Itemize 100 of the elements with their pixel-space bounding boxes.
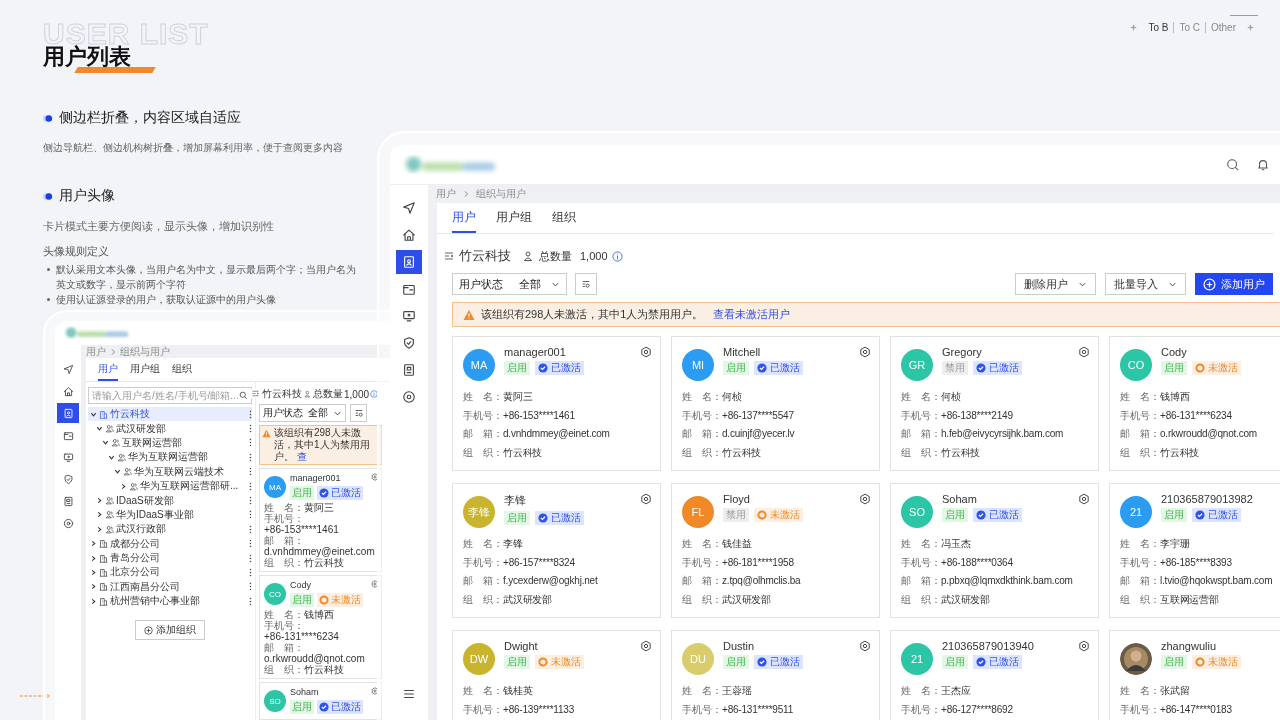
tree-item[interactable]: 武汉研发部	[88, 421, 252, 436]
alert-text: 该组织有298人未激活，其中1人为禁用用户。 查	[274, 427, 371, 463]
tree-item[interactable]: 华为互联网运营部研...	[88, 478, 252, 494]
avatar: DW	[463, 643, 495, 675]
avatar: SO	[901, 496, 933, 528]
tree-item[interactable]: IDaaS研发部	[88, 493, 252, 508]
field-value: h.feb@eivycyrsijhk.bam.com	[941, 427, 1064, 441]
status-select[interactable]: 用户状态 全部	[259, 404, 346, 422]
tree-item[interactable]: 竹云科技	[88, 407, 252, 422]
user-card[interactable]: CO Cody 启用 未激活 姓 名：钱博西 手机号：+86-131****6234 邮 箱：o.rkwroudd@qnot.com 组 织：竹云科技	[1109, 336, 1280, 471]
status-tag: 启用	[723, 655, 749, 669]
field-label: 组 织：	[264, 557, 304, 568]
avatar: 21	[901, 643, 933, 675]
section-text: 卡片模式主要方便阅读，显示头像，增加识别性	[43, 219, 275, 234]
tree-item[interactable]: 成都分公司	[88, 536, 252, 551]
activation-text: 已激活	[331, 700, 361, 714]
activation-text: 已激活	[551, 511, 581, 525]
field-value: +86-185****8393	[1160, 555, 1232, 570]
section-heading: 用户头像	[59, 187, 115, 205]
status-select[interactable]: 用户状态 全部	[452, 273, 567, 295]
field-label: 手机号：	[682, 702, 722, 717]
bullet-text: 使用认证源登录的用户，获取认证源中的用户头像	[56, 293, 276, 307]
user-card[interactable]: zhangwuliu 启用 未激活 姓 名：张武留 手机号：+86-147****0183	[1109, 630, 1280, 720]
field-label: 姓 名：	[682, 684, 722, 698]
dropdown-button[interactable]: 批量导入	[1105, 273, 1186, 295]
user-card[interactable]: FL Floyd 禁用 未激活 姓 名：钱佳益 手机号：+86-181****1958 邮 箱：z.tpq@olhmclis.ba 组 织：武汉研发部	[671, 483, 880, 618]
field-value: +86-131****6234	[264, 631, 339, 642]
tree-item[interactable]: 青岛分公司	[88, 550, 252, 566]
user-card[interactable]: CO Cody 启用 未激活 姓 名：钱博西 手机号： +86-131****6234 邮 箱： o.rkwroudd@qnot.com 组 织：竹云科技	[259, 575, 382, 679]
field-value: 竹云科技	[503, 445, 543, 460]
tree-item-label: 武汉行政部	[116, 522, 167, 537]
tab[interactable]: 用户	[452, 203, 476, 233]
user-card[interactable]: MA manager001 启用 已激活 姓 名：黄阿三 手机号：+86-153****1461 邮 箱：d.vnhdmmey@einet.com 组 织：竹云科技	[452, 336, 661, 471]
user-card[interactable]: DW Dwight 启用 未激活 姓 名：钱桂英 手机号：+86-139****1133	[452, 630, 661, 720]
tree-item[interactable]: 北京分公司	[88, 565, 252, 580]
field-value: +86-137****5547	[722, 408, 794, 423]
tree-item[interactable]: 华为互联网云端技术	[88, 464, 252, 479]
field-label: 邮 箱：	[463, 574, 503, 588]
tree-item-label: 华为IDaaS事业部	[116, 507, 195, 522]
field-label: 组 织：	[682, 445, 722, 460]
field-label: 手机号：	[463, 555, 503, 570]
add-user-button[interactable]: 添加用户	[1195, 273, 1273, 295]
dropdown-button[interactable]: 删除用户	[1015, 273, 1096, 295]
field-label: 邮 箱：	[1120, 427, 1160, 441]
user-card[interactable]: GR Gregory 禁用 已激活 姓 名：何桢 手机号：+86-138****2149 邮 箱：h.feb@eivycyrsijhk.bam.com 组 织：竹云科技	[890, 336, 1099, 471]
user-card[interactable]: 21 210365879013940 启用 已激活 姓 名：王杰应 手机号：+86-127****8692	[890, 630, 1099, 720]
alert-link[interactable]: 查看未激活用户	[713, 307, 791, 322]
total-count: 1,000	[580, 250, 608, 262]
tree-item-label: 竹云科技	[110, 407, 151, 422]
status-tag: 启用	[504, 511, 530, 525]
tree-item-label: 江西南昌分公司	[110, 579, 181, 594]
tree-item[interactable]: 杭州营销中心事业部	[88, 594, 252, 609]
status-tag: 启用	[1161, 655, 1187, 669]
field-value: 何桢	[722, 390, 742, 404]
field-label: 手机号：	[901, 408, 941, 423]
tree-item[interactable]: 华为互联网运营部	[88, 450, 252, 465]
field-value: l.tvio@hqokwspt.bam.com	[1160, 574, 1273, 588]
user-name: 李锋	[504, 493, 526, 508]
tree-item[interactable]: 互联网运营部	[88, 435, 252, 451]
field-value: 竹云科技	[722, 445, 762, 460]
field-label: 手机号：	[264, 620, 304, 631]
field-label: 姓 名：	[901, 684, 941, 698]
user-name: Floyd	[723, 493, 750, 505]
tree-item-label: 青岛分公司	[110, 551, 161, 566]
tab[interactable]: 用户	[98, 360, 118, 381]
field-value: +86-157****8324	[503, 555, 575, 570]
tree-item-label: 武汉研发部	[116, 421, 167, 436]
user-card[interactable]: SO Soham 启用 已激活 姓 名：冯玉杰 手机号：+86-188****0364 邮 箱：p.pbxq@lqmxdkthink.bam.com 组 织：武汉研发部	[890, 483, 1099, 618]
alert-link[interactable]: 查	[297, 451, 307, 462]
breadcrumb-current: 组织与用户	[476, 187, 526, 201]
nav-link[interactable]: To B	[1143, 22, 1174, 33]
avatar: 21	[1120, 496, 1152, 528]
user-card[interactable]: MI Mitchell 启用 已激活 姓 名：何桢 手机号：+86-137****5547 邮 箱：d.cuinjf@yecer.lv 组 织：竹云科技	[671, 336, 880, 471]
tree-item[interactable]: 武汉行政部	[88, 522, 252, 537]
activation-text: 已激活	[770, 655, 800, 669]
tree-item[interactable]: 华为IDaaS事业部	[88, 507, 252, 523]
field-label: 手机号：	[1120, 555, 1160, 570]
status-tag: 禁用	[723, 508, 749, 522]
breadcrumb-current: 组织与用户	[120, 344, 170, 359]
user-card[interactable]: 李锋 李锋 启用 已激活 姓 名：李锋 手机号：+86-157****8324 邮 箱：f.ycexderw@ogkhj.net 组 织：武汉研发部	[452, 483, 661, 618]
tree-item[interactable]: 江西南昌分公司	[88, 579, 252, 595]
search-field[interactable]: 请输入用户名/姓名/手机号/邮箱...	[88, 387, 252, 404]
field-label: 姓 名：	[264, 609, 304, 620]
field-value: 武汉研发部	[503, 592, 552, 607]
tree-item-label: 杭州营销中心事业部	[110, 594, 201, 609]
user-name: Dwight	[504, 640, 538, 652]
user-name: 210365879013940	[942, 640, 1034, 652]
avatar: SO	[264, 690, 286, 712]
tab[interactable]: 用户组	[130, 360, 160, 381]
add-organization-button[interactable]: 添加组织	[135, 620, 205, 641]
user-card[interactable]: DU Dustin 启用 已激活 姓 名：王蓉瑶 手机号：+86-131****9511	[671, 630, 880, 720]
user-card[interactable]: SO Soham 启用 已激活	[259, 682, 382, 720]
tab[interactable]: 组织	[172, 360, 192, 381]
field-label: 组 织：	[682, 592, 722, 607]
organization-name: 竹云科技	[459, 247, 511, 265]
tab[interactable]: 用户组	[496, 203, 532, 233]
user-card[interactable]: 21 210365879013982 启用 已激活 姓 名：李宇珊 手机号：+86-185****8393 邮 箱：l.tvio@hqokwspt.bam.com 组 织：互联网运营部	[1109, 483, 1280, 618]
field-label: 姓 名：	[1120, 537, 1160, 551]
user-card[interactable]: MA manager001 启用 已激活 姓 名：黄阿三 手机号： +86-153****1461 邮 箱： d.vnhdmmey@einet.com 组 织：竹云科技	[259, 468, 382, 572]
tab[interactable]: 组织	[552, 203, 576, 233]
